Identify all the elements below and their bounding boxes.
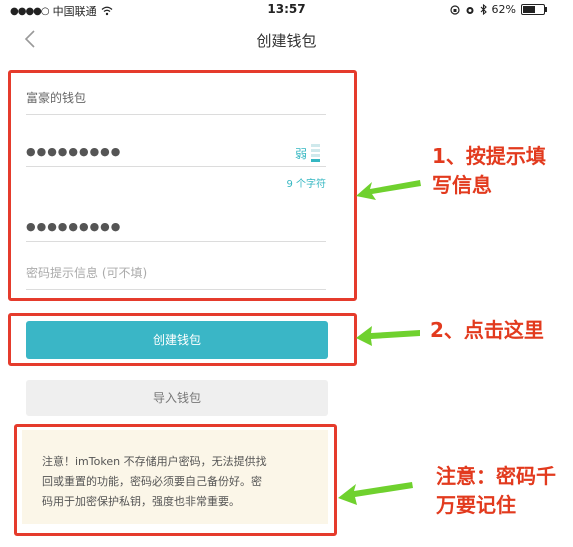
annotation-note: 注意：密码千 万要记住 <box>436 462 556 520</box>
annotation-step-2: 2、点击这里 <box>430 318 544 342</box>
alarm-icon <box>466 6 474 14</box>
green-arrow-icon <box>338 482 413 505</box>
page-title: 创建钱包 <box>256 32 317 50</box>
battery-icon <box>521 4 547 15</box>
annotation-note-line-1: 注意：密码千 <box>436 464 556 488</box>
notice-line-3: 码用于加密保护私钥，强度也非常重要。 <box>42 495 240 508</box>
annotation-step-1: 1、按提示填 写信息 <box>432 142 546 200</box>
green-arrow-icon <box>356 326 420 346</box>
notice-line-1: 注意！imToken 不存储用户密码，无法提供找 <box>42 455 267 468</box>
status-bar: ●●●●○ 中国联通 13:57 62% <box>0 0 573 20</box>
battery-percent: 62% <box>491 3 516 16</box>
import-wallet-button[interactable]: 导入钱包 <box>26 380 328 416</box>
status-right: 62% <box>449 3 547 16</box>
annotation-box-form <box>8 70 357 301</box>
green-arrow-icon <box>356 180 421 200</box>
nav-bar: 创建钱包 <box>0 22 573 58</box>
annotation-step-1-line-1: 1、按提示填 <box>432 144 546 168</box>
orientation-lock-icon <box>449 4 460 15</box>
notice-line-2: 回或重置的功能，密码必须要自己备份好。密 <box>42 475 262 488</box>
screen: ●●●●○ 中国联通 13:57 62% 创建钱包 富豪的钱包 ●●●●●●●●… <box>0 0 573 547</box>
create-wallet-button[interactable]: 创建钱包 <box>26 321 328 359</box>
annotation-step-1-line-2: 写信息 <box>432 173 492 197</box>
warning-notice: 注意！imToken 不存储用户密码，无法提供找 回或重置的功能，密码必须要自己… <box>22 430 328 524</box>
annotation-note-line-2: 万要记住 <box>436 493 516 517</box>
battery-fill <box>523 6 535 13</box>
bluetooth-icon <box>480 4 487 15</box>
